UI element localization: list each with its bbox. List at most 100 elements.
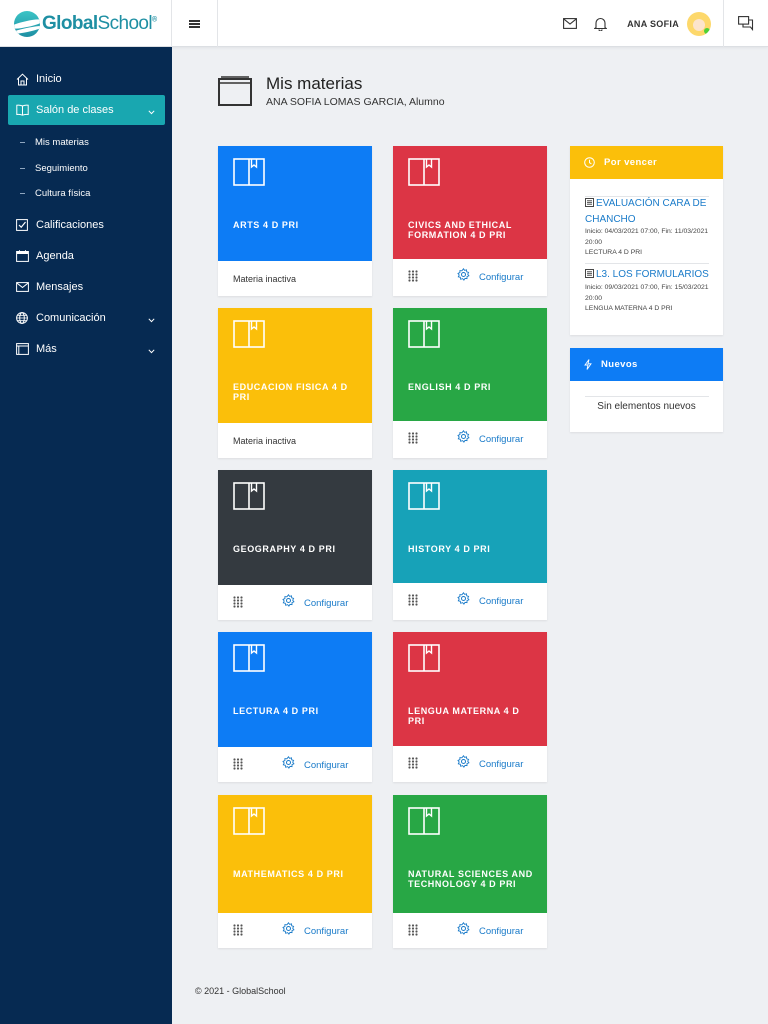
- sidebar-subitem-cultura-fisica[interactable]: Cultura física: [20, 188, 90, 199]
- gear-icon[interactable]: [457, 430, 470, 445]
- subject-name: GEOGRAPHY 4 D PRI: [233, 544, 336, 554]
- subject-card-header[interactable]: CIVICS AND ETHICAL FORMATION 4 D PRI: [393, 146, 547, 259]
- avatar[interactable]: [687, 11, 711, 36]
- sidebar: Inicio Salón de clases Mis materias Segu…: [0, 47, 172, 1024]
- apps-grid-icon[interactable]: [233, 596, 243, 610]
- sidebar-item-mensajes[interactable]: Mensajes: [8, 272, 165, 302]
- subject-card[interactable]: LENGUA MATERNA 4 D PRI Configurar: [393, 632, 547, 782]
- logo[interactable]: GlobalSchool®: [0, 0, 172, 47]
- sidebar-subitem-seguimiento[interactable]: Seguimiento: [20, 163, 88, 174]
- configure-link[interactable]: Configurar: [479, 759, 523, 770]
- sidebar-item-calificaciones[interactable]: Calificaciones: [8, 210, 165, 240]
- top-bar: GlobalSchool® ANA SOFIA: [0, 0, 768, 47]
- subject-card[interactable]: MATHEMATICS 4 D PRI Configurar: [218, 795, 372, 948]
- sidebar-item-label: Agenda: [36, 250, 74, 262]
- apps-grid-icon[interactable]: [233, 924, 243, 938]
- subject-card[interactable]: ARTS 4 D PRI Materia inactiva: [218, 146, 372, 296]
- list-item[interactable]: L3. LOS FORMULARIOS Inicio: 09/03/2021 0…: [585, 267, 709, 315]
- task-subject: LECTURA 4 D PRI: [585, 249, 643, 256]
- book-icon: [233, 807, 265, 840]
- subject-card[interactable]: LECTURA 4 D PRI Configurar: [218, 632, 372, 782]
- sidebar-item-salon-de-clases[interactable]: Salón de clases: [8, 95, 165, 125]
- sidebar-subitem-mis-materias[interactable]: Mis materias: [20, 137, 89, 148]
- new-items-title: Nuevos: [601, 359, 638, 370]
- menu-toggle-button[interactable]: [172, 0, 218, 47]
- folder-icon: [218, 76, 252, 106]
- subject-name: MATHEMATICS 4 D PRI: [233, 869, 344, 879]
- gear-icon[interactable]: [457, 922, 470, 937]
- subject-card-header[interactable]: ARTS 4 D PRI: [218, 146, 372, 261]
- configure-link[interactable]: Configurar: [304, 598, 348, 609]
- subject-card-header[interactable]: HISTORY 4 D PRI: [393, 470, 547, 583]
- chat-button[interactable]: [723, 0, 768, 47]
- subject-card-header[interactable]: LENGUA MATERNA 4 D PRI: [393, 632, 547, 746]
- book-icon: [408, 158, 440, 191]
- configure-link[interactable]: Configurar: [479, 434, 523, 445]
- book-icon: [233, 644, 265, 677]
- subject-name: HISTORY 4 D PRI: [408, 544, 491, 554]
- subject-card[interactable]: HISTORY 4 D PRI Configurar: [393, 470, 547, 620]
- apps-grid-icon[interactable]: [408, 757, 418, 771]
- subject-card[interactable]: ENGLISH 4 D PRI Configurar: [393, 308, 547, 458]
- user-name[interactable]: ANA SOFIA: [627, 19, 679, 29]
- window-icon: [15, 342, 29, 356]
- gear-icon[interactable]: [457, 592, 470, 607]
- due-soon-title: Por vencer: [604, 157, 658, 168]
- subject-card-header[interactable]: LECTURA 4 D PRI: [218, 632, 372, 747]
- page-title: Mis materias: [266, 74, 363, 93]
- clock-icon: [584, 157, 595, 168]
- configure-link[interactable]: Configurar: [304, 760, 348, 771]
- apps-grid-icon[interactable]: [408, 270, 418, 284]
- subject-name: NATURAL SCIENCES AND TECHNOLOGY 4 D PRI: [408, 869, 533, 889]
- configure-link[interactable]: Configurar: [479, 272, 523, 283]
- calendar-icon: [15, 249, 29, 263]
- configure-link[interactable]: Configurar: [479, 596, 523, 607]
- task-title[interactable]: EVALUACIÓN CARA DE CHANCHO: [585, 198, 706, 225]
- subject-card-header[interactable]: ENGLISH 4 D PRI: [393, 308, 547, 421]
- subject-card-header[interactable]: NATURAL SCIENCES AND TECHNOLOGY 4 D PRI: [393, 795, 547, 913]
- task-list-icon: [585, 268, 594, 283]
- book-icon: [233, 320, 265, 353]
- subject-card[interactable]: CIVICS AND ETHICAL FORMATION 4 D PRI Con…: [393, 146, 547, 296]
- subject-card-header[interactable]: EDUCACION FISICA 4 D PRI: [218, 308, 372, 423]
- gear-icon[interactable]: [457, 268, 470, 283]
- inactive-label: Materia inactiva: [233, 273, 297, 284]
- gear-icon[interactable]: [282, 594, 295, 609]
- subject-name: LENGUA MATERNA 4 D PRI: [408, 706, 520, 726]
- logo-text-bold: Global: [42, 12, 98, 34]
- new-items-widget: Nuevos Sin elementos nuevos: [570, 348, 723, 432]
- gear-icon[interactable]: [457, 755, 470, 770]
- logo-text-light: School: [97, 12, 153, 34]
- configure-link[interactable]: Configurar: [479, 926, 523, 937]
- sidebar-item-agenda[interactable]: Agenda: [8, 241, 165, 271]
- chevron-down-icon: [148, 345, 155, 357]
- sidebar-item-mas[interactable]: Más: [8, 334, 165, 364]
- sidebar-item-inicio[interactable]: Inicio: [8, 64, 165, 94]
- book-icon: [408, 807, 440, 840]
- sidebar-item-comunicacion[interactable]: Comunicación: [8, 303, 165, 333]
- empty-state-text: Sin elementos nuevos: [597, 401, 696, 412]
- subject-card-header[interactable]: GEOGRAPHY 4 D PRI: [218, 470, 372, 585]
- sidebar-item-label: Comunicación: [36, 312, 106, 324]
- apps-grid-icon[interactable]: [408, 432, 418, 446]
- gear-icon[interactable]: [282, 756, 295, 771]
- apps-grid-icon[interactable]: [408, 924, 418, 938]
- due-soon-widget: Por vencer EVALUACIÓN CARA DE CHANCHO In…: [570, 146, 723, 335]
- bell-icon[interactable]: [589, 13, 611, 35]
- subject-card[interactable]: GEOGRAPHY 4 D PRI Configurar: [218, 470, 372, 620]
- apps-grid-icon[interactable]: [408, 594, 418, 608]
- subject-name: ARTS 4 D PRI: [233, 220, 299, 230]
- new-items-header: Nuevos: [570, 348, 723, 381]
- subject-name: LECTURA 4 D PRI: [233, 706, 319, 716]
- lightning-icon: [584, 359, 592, 370]
- task-title[interactable]: L3. LOS FORMULARIOS: [596, 269, 709, 280]
- configure-link[interactable]: Configurar: [304, 926, 348, 937]
- subject-card[interactable]: EDUCACION FISICA 4 D PRI Materia inactiv…: [218, 308, 372, 458]
- list-item[interactable]: EVALUACIÓN CARA DE CHANCHO Inicio: 04/03…: [585, 196, 709, 259]
- subject-card[interactable]: NATURAL SCIENCES AND TECHNOLOGY 4 D PRI …: [393, 795, 547, 948]
- subject-card-header[interactable]: MATHEMATICS 4 D PRI: [218, 795, 372, 913]
- mail-icon[interactable]: [559, 13, 581, 35]
- gear-icon[interactable]: [282, 922, 295, 937]
- mail-icon: [15, 280, 29, 294]
- apps-grid-icon[interactable]: [233, 758, 243, 772]
